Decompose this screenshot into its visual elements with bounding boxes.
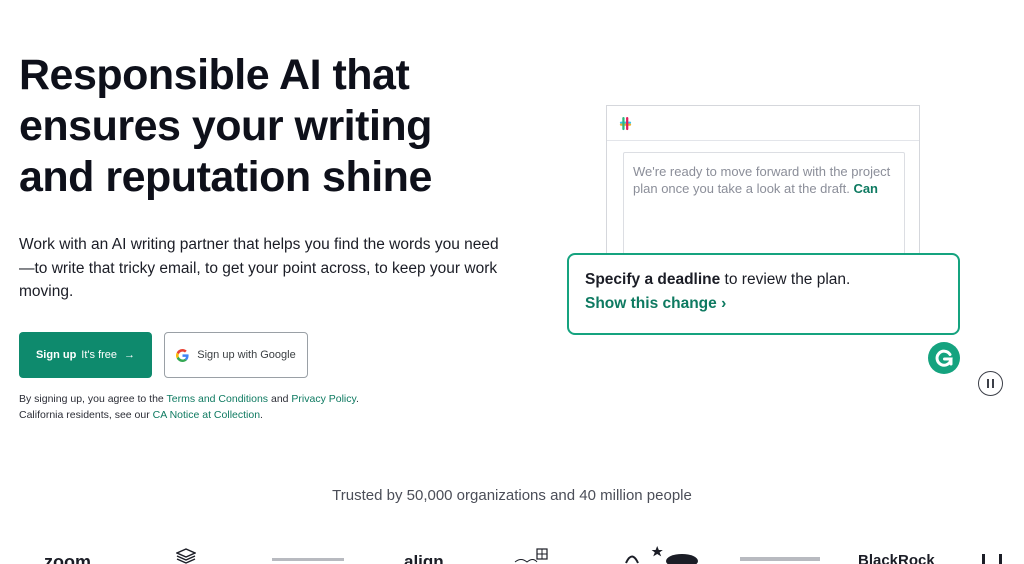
privacy-link[interactable]: Privacy Policy bbox=[291, 393, 356, 405]
logo-blackrock: BlackRock bbox=[858, 552, 935, 564]
stacked-logo-icon bbox=[176, 548, 196, 564]
ca-notice-link[interactable]: CA Notice at Collection bbox=[153, 409, 260, 421]
logo-zoom: zoom bbox=[44, 552, 91, 564]
terms-link[interactable]: Terms and Conditions bbox=[167, 393, 269, 405]
hero-title-line-3: and reputation shine bbox=[19, 153, 432, 201]
hero-description: Work with an AI writing partner that hel… bbox=[19, 236, 499, 300]
trusted-by-text: Trusted by 50,000 organizations and 40 m… bbox=[332, 487, 692, 504]
legal-prefix: By signing up, you agree to the bbox=[19, 393, 167, 405]
demo-message-input: We're ready to move forward with the pro… bbox=[623, 152, 905, 262]
legal-line2-prefix: California residents, see our bbox=[19, 409, 153, 421]
demo-chat-topbar bbox=[607, 106, 919, 141]
pause-animation-button[interactable] bbox=[978, 371, 1003, 396]
signup-button-label: Sign up bbox=[35, 349, 77, 361]
hero-title: Responsible AI that ensures your writing… bbox=[19, 50, 499, 203]
demo-message-text: We're ready to move forward with the pro… bbox=[633, 164, 891, 196]
suggestion-rest: to review the plan. bbox=[720, 271, 851, 288]
google-icon bbox=[176, 348, 189, 362]
google-signup-button[interactable]: Sign up with Google bbox=[164, 332, 308, 378]
crest-logo-icon bbox=[514, 548, 548, 563]
show-change-link[interactable]: Show this change › bbox=[585, 295, 942, 313]
legal-and: and bbox=[268, 393, 292, 405]
customer-logos: zoom align BlackRock bbox=[0, 546, 1024, 564]
slack-icon bbox=[619, 116, 632, 131]
suggestion-card: Specify a deadline to review the plan. S… bbox=[567, 253, 960, 335]
demo-chat-window: We're ready to move forward with the pro… bbox=[606, 105, 920, 265]
legal-period-1: . bbox=[356, 393, 359, 405]
signup-free-label: It's free bbox=[81, 349, 118, 361]
legal-period-2: . bbox=[260, 409, 263, 421]
suggestion-bold: Specify a deadline bbox=[585, 271, 721, 288]
demo-highlight-text: Can bbox=[853, 181, 878, 196]
signup-button[interactable]: Sign up It's free → bbox=[19, 332, 152, 378]
logo-placeholder-2 bbox=[740, 557, 820, 561]
cloud-logo-icon bbox=[625, 546, 698, 564]
grammarly-logo-icon bbox=[928, 342, 960, 374]
pause-icon-bar-right bbox=[992, 379, 994, 388]
logo-align: align bbox=[404, 552, 444, 564]
google-signup-label: Sign up with Google bbox=[197, 349, 296, 361]
logo-placeholder-1 bbox=[272, 558, 344, 561]
grammarly-g-icon bbox=[935, 349, 953, 367]
logo-partial-right bbox=[982, 554, 1002, 564]
arrow-right-icon: → bbox=[124, 349, 136, 361]
hero-title-line-2: ensures your writing bbox=[19, 102, 432, 150]
pause-icon-bar-left bbox=[987, 379, 989, 388]
hero-title-line-1: Responsible AI that bbox=[19, 51, 410, 99]
legal-notice: By signing up, you agree to the Terms an… bbox=[19, 391, 359, 423]
suggestion-text: Specify a deadline to review the plan. bbox=[585, 271, 942, 289]
